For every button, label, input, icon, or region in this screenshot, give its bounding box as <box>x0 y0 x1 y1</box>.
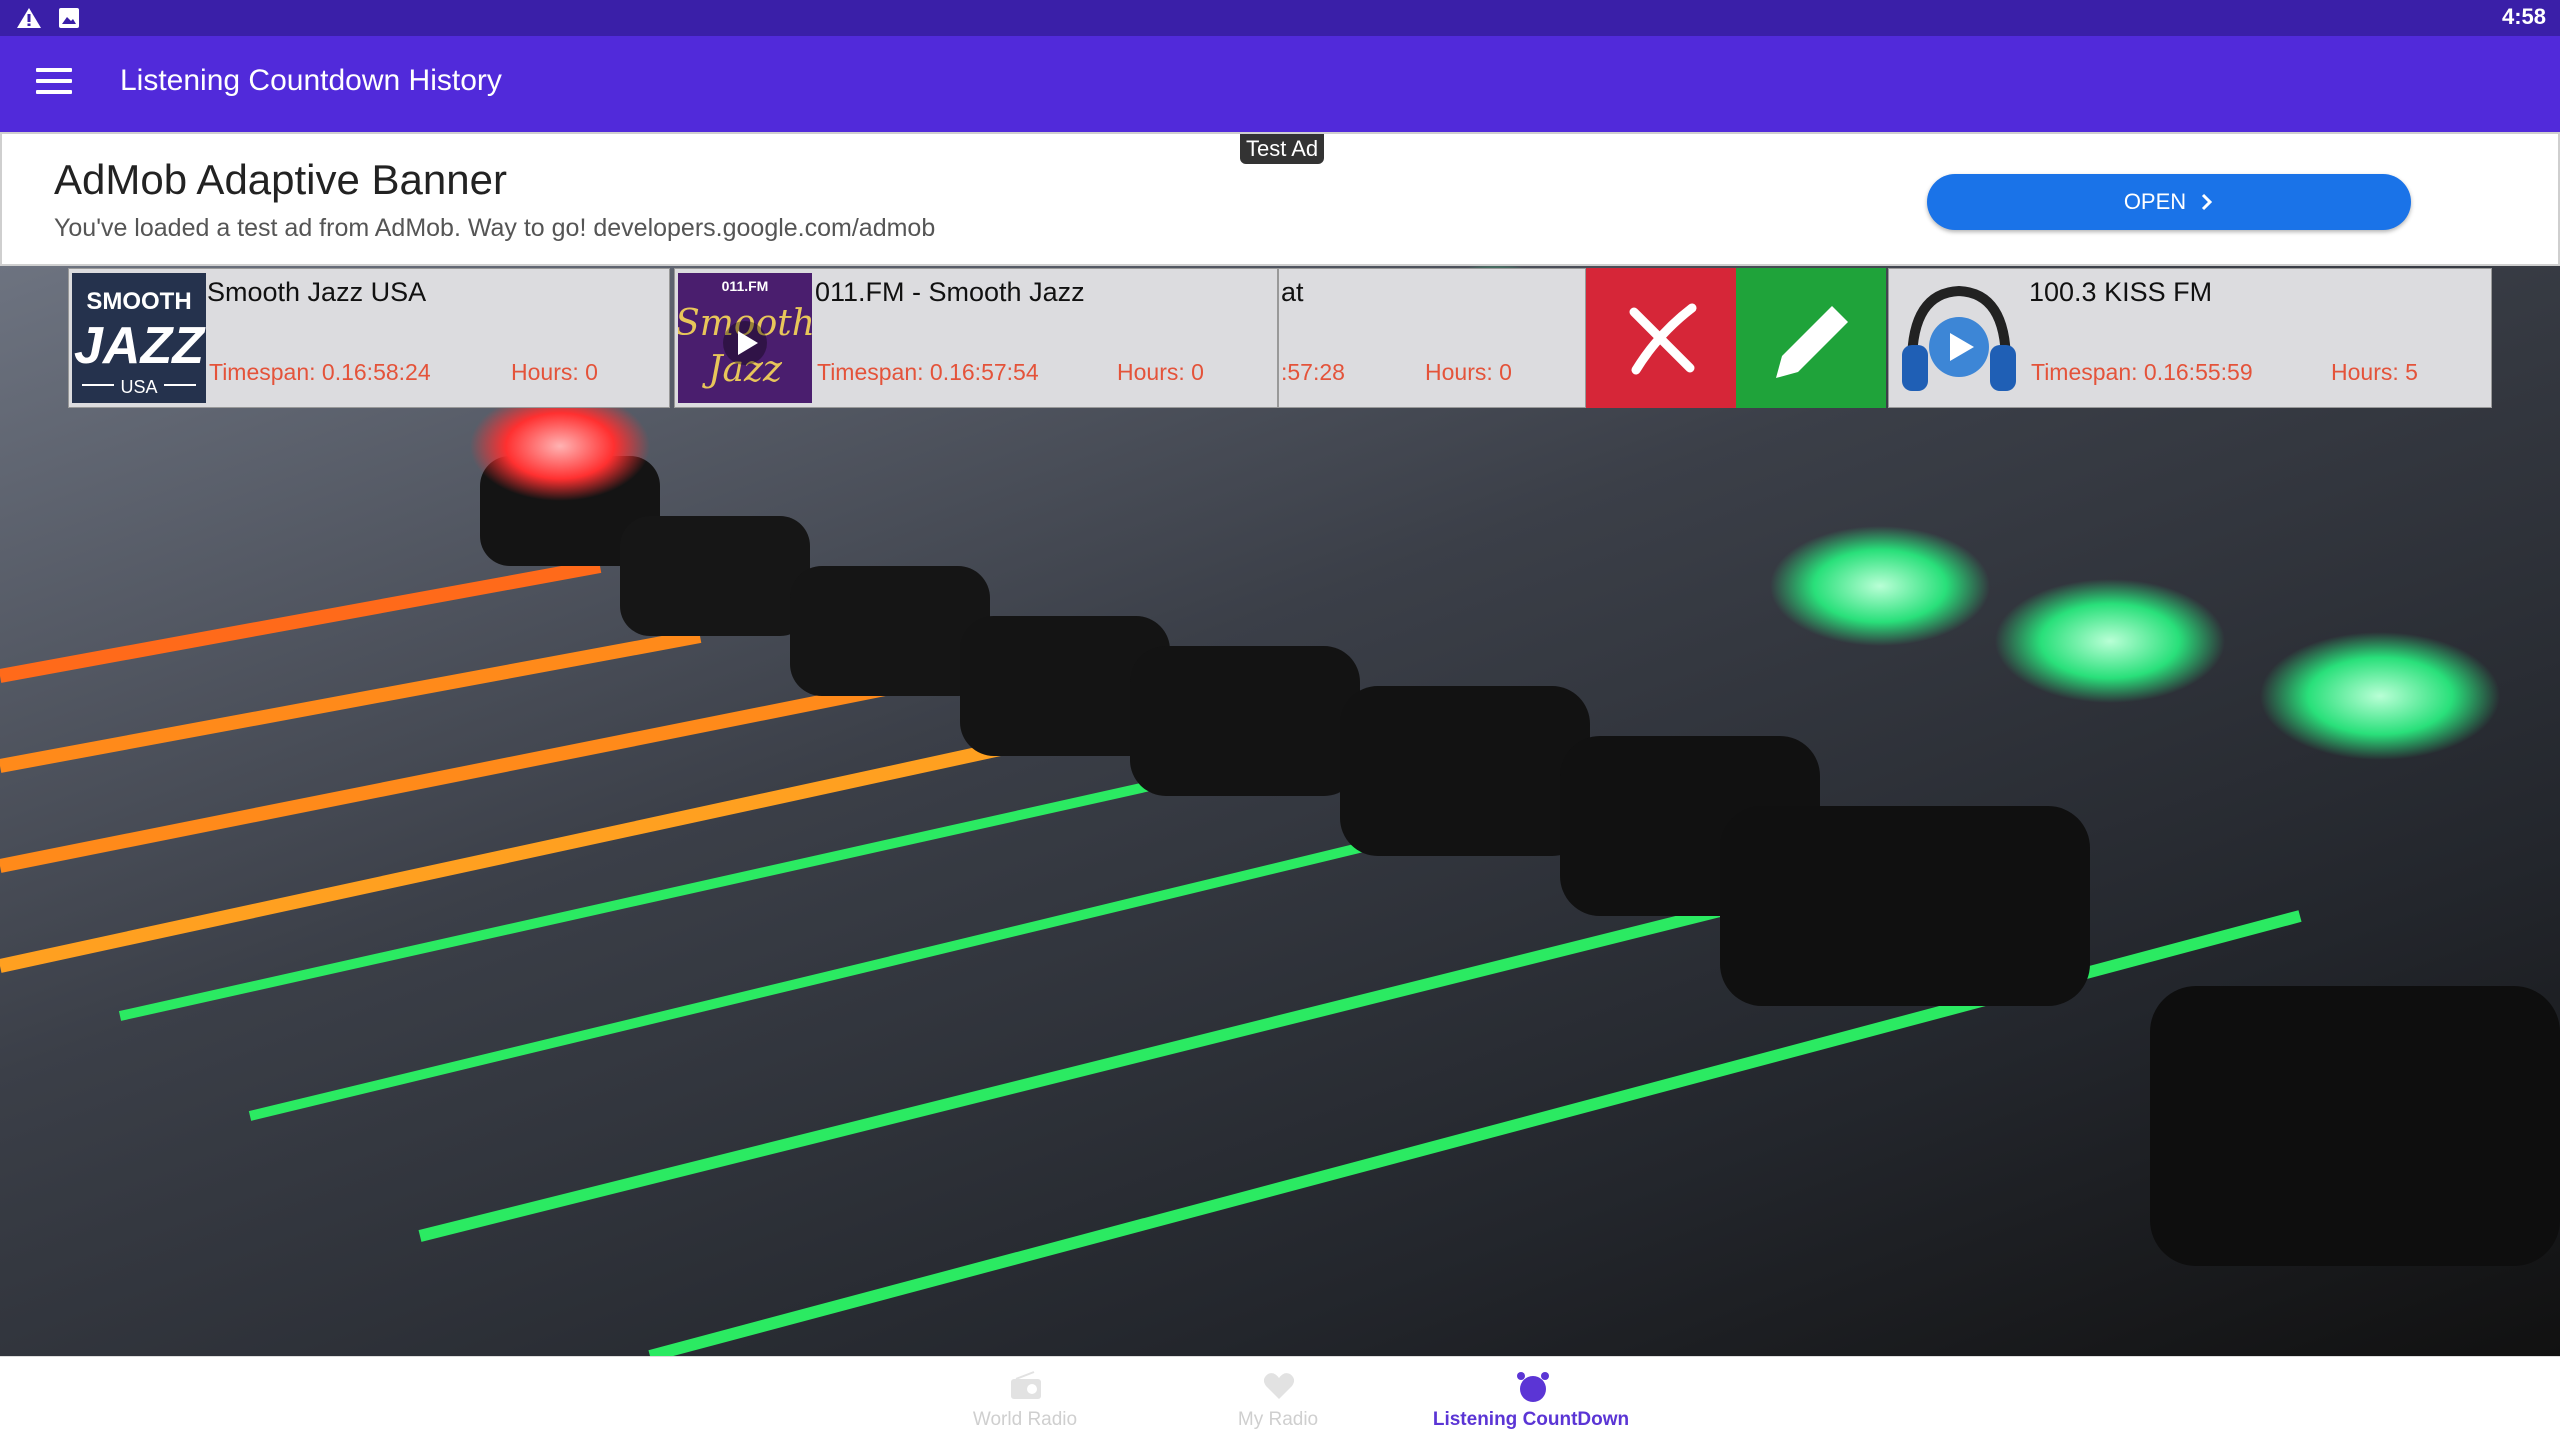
ad-body: You've loaded a test ad from AdMob. Way … <box>54 214 936 242</box>
svg-text:JAZZ: JAZZ <box>74 317 206 375</box>
image-icon <box>59 8 79 28</box>
station-hours: Hours: 5 <box>2331 359 2418 385</box>
station-timespan: Timespan: 0.16:55:59 <box>2031 359 2253 385</box>
station-hours: Hours: 0 <box>511 359 598 385</box>
station-name: 100.3 KISS FM <box>2029 277 2213 307</box>
svg-text:USA: USA <box>120 377 157 397</box>
station-card-smooth-jazz-usa[interactable]: SMOOTH JAZZ USA Smooth Jazz USA Timespan… <box>68 268 670 408</box>
station-logo-011fm: 011.FM Smooth Jazz <box>675 273 815 403</box>
status-bar: 4:58 <box>0 0 2560 36</box>
warning-icon <box>17 8 41 28</box>
close-icon <box>1629 303 1697 375</box>
station-hours: Hours: 0 <box>1117 359 1204 385</box>
station-timespan: :57:28 <box>1281 359 1345 385</box>
ad-headline: AdMob Adaptive Banner <box>54 156 507 203</box>
radio-icon <box>1011 1371 1041 1399</box>
station-name: at <box>1281 277 1304 307</box>
nav-label: World Radio <box>972 1409 1078 1430</box>
station-timespan: Timespan: 0.16:57:54 <box>817 359 1039 385</box>
ad-banner[interactable]: Test Ad AdMob Adaptive Banner You've loa… <box>0 132 2560 266</box>
nav-world-radio[interactable]: World Radio <box>910 1357 1140 1441</box>
nav-label: Listening CountDown <box>1432 1409 1630 1430</box>
page-title: Listening Countdown History <box>120 64 502 97</box>
bottom-navigation: World Radio My Radio Listening CountDown <box>0 1356 2560 1441</box>
svg-text:011.FM: 011.FM <box>722 278 769 294</box>
status-clock: 4:58 <box>2501 4 2546 29</box>
station-card-011fm-smooth-jazz[interactable]: 011.FM Smooth Jazz 011.FM - Smooth Jazz … <box>674 268 1278 408</box>
station-timespan: Timespan: 0.16:58:24 <box>209 359 431 385</box>
alarm-clock-icon <box>1517 1372 1549 1402</box>
station-name: Smooth Jazz USA <box>207 277 427 307</box>
ad-open-button[interactable]: OPEN <box>1927 174 2411 230</box>
nav-label: My Radio <box>1237 1409 1319 1430</box>
station-hours: Hours: 0 <box>1425 359 1512 385</box>
svg-text:SMOOTH: SMOOTH <box>86 288 191 315</box>
delete-button[interactable] <box>1586 268 1736 408</box>
mixer-background-image <box>0 266 2560 1356</box>
hamburger-menu-icon[interactable] <box>36 68 72 98</box>
ad-open-label: OPEN <box>2123 189 2187 214</box>
nav-listening-countdown[interactable]: Listening CountDown <box>1416 1357 1646 1441</box>
chevron-right-icon <box>2202 193 2213 211</box>
station-logo-smooth-jazz-usa: SMOOTH JAZZ USA <box>72 273 206 403</box>
nav-my-radio[interactable]: My Radio <box>1163 1357 1393 1441</box>
edit-button[interactable] <box>1736 268 1886 408</box>
app-bar: Listening Countdown History <box>0 36 2560 132</box>
station-name: 011.FM - Smooth Jazz <box>815 277 1085 307</box>
station-card-kiss-fm[interactable]: 100.3 KISS FM Timespan: 0.16:55:59 Hours… <box>1888 268 2492 408</box>
station-logo-kiss-fm <box>1892 273 2026 403</box>
station-card-swiped[interactable]: at :57:28 Hours: 0 <box>1278 268 1586 408</box>
test-ad-badge: Test Ad <box>1240 134 1325 164</box>
heart-icon <box>1263 1373 1295 1399</box>
pencil-icon <box>1776 306 1848 378</box>
